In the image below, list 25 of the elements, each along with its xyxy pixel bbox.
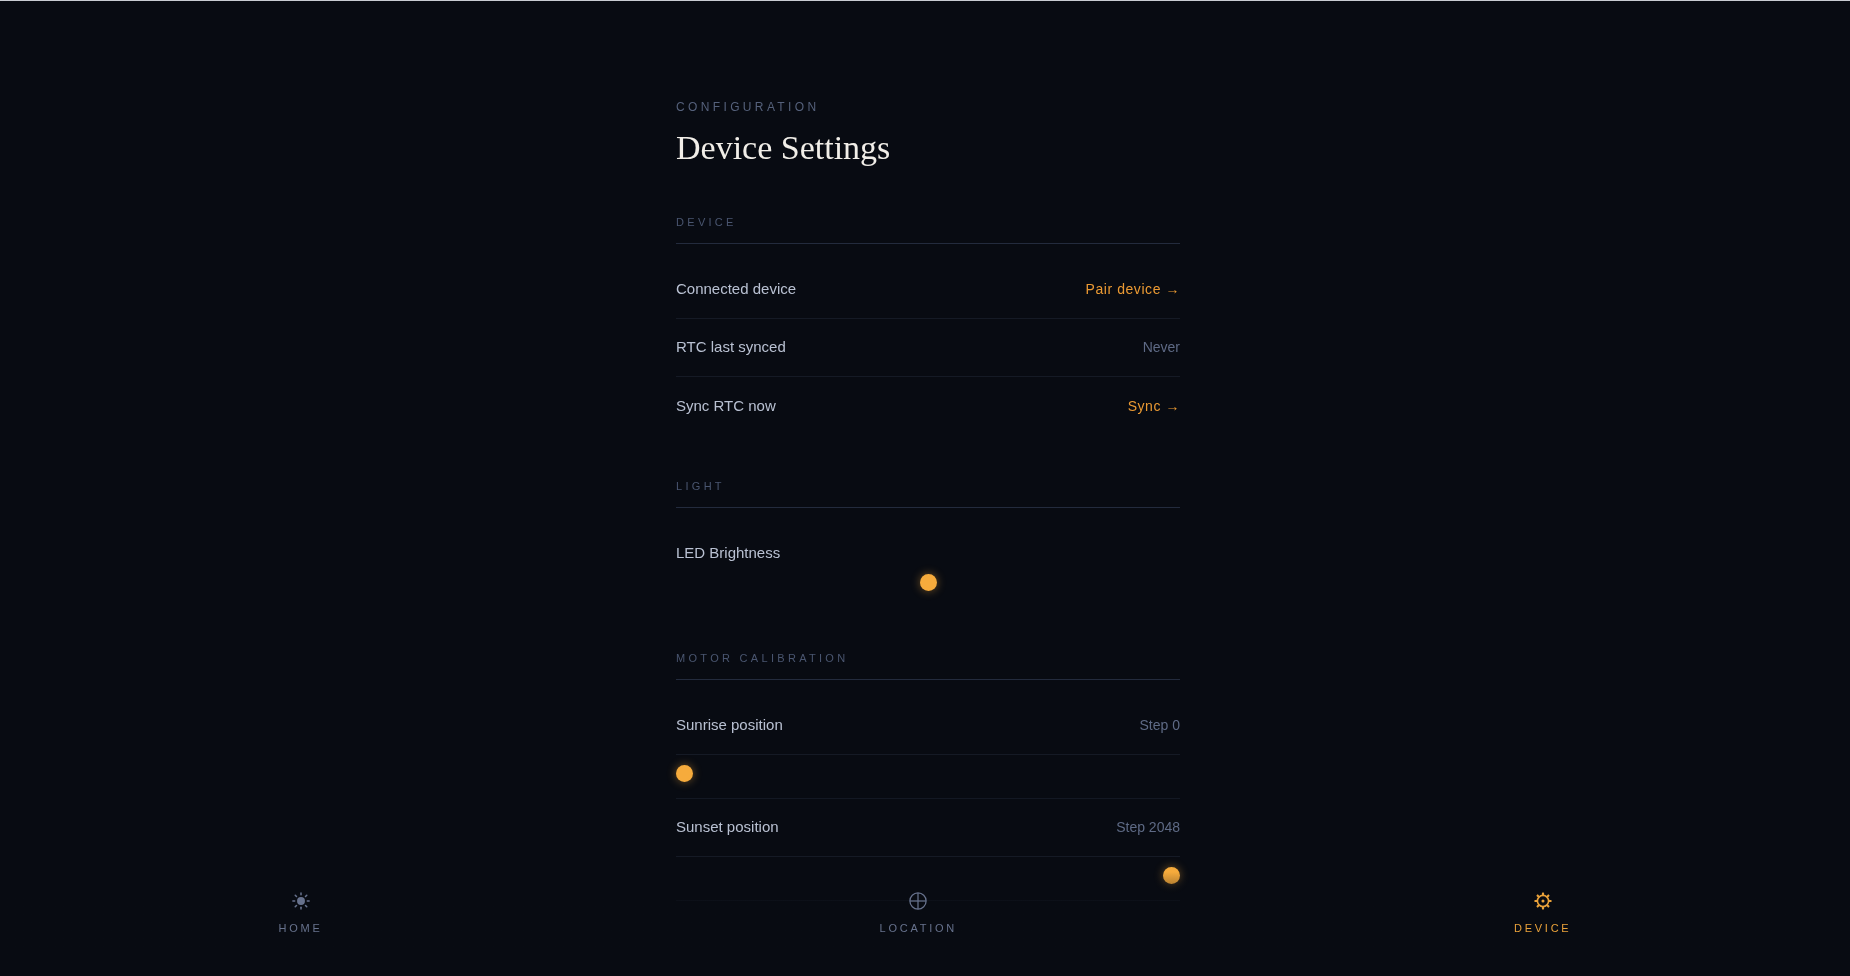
slider-thumb[interactable] — [676, 765, 693, 782]
nav-tab[interactable]: DEVICE — [1508, 888, 1578, 939]
setting-label: Sunrise position — [676, 715, 783, 736]
setting-label: LED Brightness — [676, 544, 782, 562]
sun-icon — [291, 892, 310, 910]
setting-value: Step 2048 — [1116, 818, 1180, 837]
settings-icon — [1533, 892, 1552, 910]
section-heading: LIGHT — [676, 479, 726, 493]
section-heading: DEVICE — [676, 215, 738, 229]
setting-label: Connected device — [676, 279, 797, 300]
setting-label: Sunset position — [676, 817, 779, 838]
nav-tab[interactable]: LOCATION — [873, 888, 963, 939]
setting-value: Never — [1142, 338, 1180, 357]
nav-tab[interactable]: HOME — [272, 888, 329, 939]
setting-label: RTC last synced — [676, 337, 786, 358]
action-link[interactable]: Pair device → — [1085, 279, 1180, 300]
setting-label: Sync RTC now — [676, 395, 776, 416]
action-link[interactable]: Sync → — [1127, 395, 1180, 417]
crosshair-circle-icon — [909, 892, 928, 910]
section-heading: MOTOR CALIBRATION — [676, 651, 850, 665]
page-title: Device Settings — [676, 128, 892, 168]
slider-thumb[interactable] — [1163, 867, 1180, 884]
setting-value: Step 0 — [1139, 716, 1180, 735]
slider-thumb[interactable] — [919, 574, 937, 591]
eyebrow-label: CONFIGURATION — [676, 99, 821, 115]
